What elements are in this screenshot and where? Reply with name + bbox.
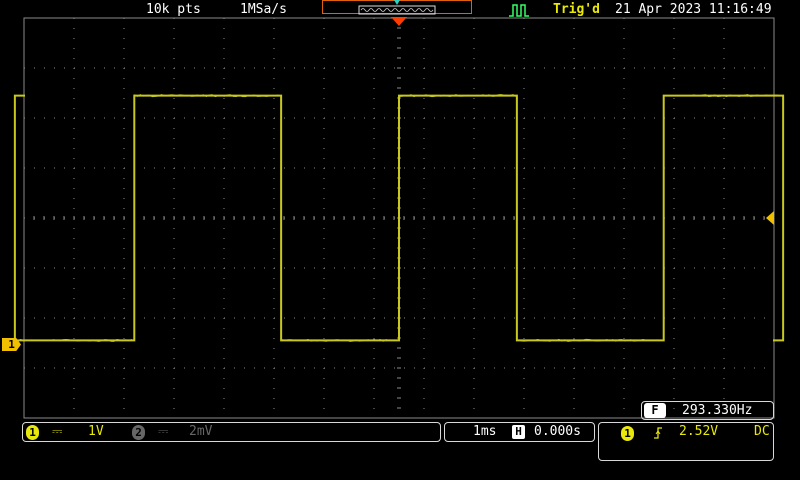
channel1-coupling-icon: ⎓ [52,424,62,439]
trigger-level[interactable]: 2.52V [679,424,718,439]
timebase-panel[interactable]: 1ms H 0.000s [444,422,595,442]
trigger-level-marker[interactable] [766,211,774,225]
rising-edge-icon [653,426,663,440]
trigger-source-badge[interactable]: 1 [621,426,634,441]
frequency-measurement[interactable]: F 293.330Hz [641,401,774,420]
channel1-scale[interactable]: 1V [88,424,104,439]
horizontal-position[interactable]: 0.000s [534,424,581,439]
frequency-value: 293.330Hz [682,403,752,418]
trigger-panel[interactable]: 1 2.52V DC [598,422,774,461]
channel-panel[interactable]: 1 ⎓ 1V 2 ⎓ 2mV [22,422,441,442]
trigger-coupling[interactable]: DC [754,424,770,439]
horizontal-position-icon: H [512,425,525,439]
channel2-badge[interactable]: 2 [132,425,145,440]
waveform-display[interactable] [0,0,800,420]
channel1-badge[interactable]: 1 [26,425,39,440]
channel2-scale[interactable]: 2mV [189,424,212,439]
frequency-icon: F [644,403,666,418]
trigger-position-marker[interactable] [391,17,407,26]
channel2-coupling-icon: ⎓ [158,424,168,439]
channel1-marker-label: 1 [8,338,15,351]
time-per-div[interactable]: 1ms [473,424,496,439]
